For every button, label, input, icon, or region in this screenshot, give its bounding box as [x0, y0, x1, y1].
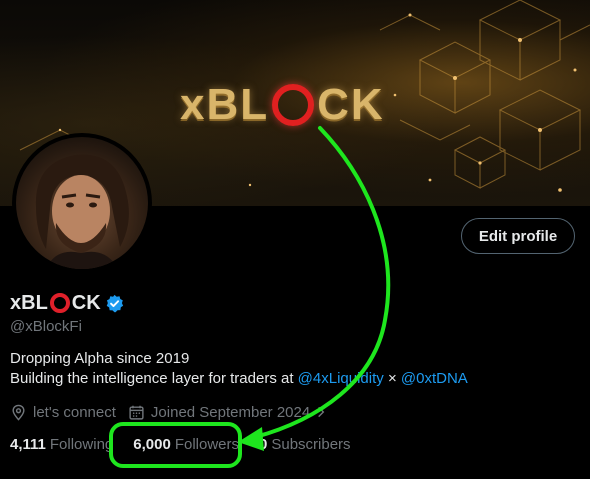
profile-meta: let's connect Joined September 2024: [10, 402, 346, 422]
profile-handle: @xBlockFi: [10, 318, 82, 335]
edit-profile-button[interactable]: Edit profile: [461, 218, 575, 254]
subscribers-label: Subscribers: [271, 435, 351, 453]
chevron-right-icon: [318, 406, 325, 418]
followers-stat[interactable]: 6,000 Followers: [133, 436, 239, 453]
following-stat[interactable]: 4,111 Following: [10, 436, 113, 453]
bio-separator: ×: [383, 370, 401, 387]
subscribers-stat[interactable]: 0 Subscribers: [259, 436, 351, 453]
mention-link-0xtdna[interactable]: @0xtDNA: [401, 370, 468, 387]
following-count: 4,111: [10, 435, 46, 453]
profile-stats: 4,111 Following 6,000 Followers 0 Subscribe…: [10, 434, 371, 454]
avatar-image: [16, 137, 148, 269]
bio-line-2-text: Building the intelligence layer for trad…: [10, 370, 298, 387]
joined-item[interactable]: Joined September 2024: [128, 404, 334, 421]
profile-name-right: CK: [71, 291, 101, 314]
mention-link-4xliquidity[interactable]: @4xLiquidity: [298, 370, 384, 387]
profile-name-left: xBL: [10, 291, 48, 314]
subscribers-count: 0: [259, 435, 268, 453]
name-ring-icon: [49, 293, 70, 313]
banner-logo: xBL CK: [180, 80, 385, 129]
calendar-icon: [129, 405, 144, 420]
avatar-portrait-graphic: [35, 154, 129, 269]
banner-logo-text-right: CK: [317, 80, 385, 129]
profile-display-name: xBL CK: [10, 292, 101, 315]
profile-bio: Dropping Alpha since 2019 Building the i…: [10, 349, 468, 389]
followers-label: Followers: [174, 435, 239, 453]
verified-badge-icon[interactable]: [105, 294, 124, 313]
location-text: let's connect: [33, 403, 116, 421]
profile-avatar[interactable]: [12, 133, 152, 273]
banner-logo-ring-icon: [272, 84, 315, 126]
banner-logo-text-left: xBL: [180, 80, 270, 129]
bio-line-1: Dropping Alpha since 2019: [10, 350, 190, 367]
followers-count: 6,000: [133, 435, 171, 453]
joined-text: Joined September 2024: [150, 403, 311, 421]
following-label: Following: [49, 435, 114, 453]
profile-name-row: xBL CK: [10, 290, 124, 316]
bio-line-2: Building the intelligence layer for trad…: [10, 369, 468, 389]
location-pin-icon: [12, 404, 25, 421]
location-item: let's connect: [10, 404, 116, 421]
